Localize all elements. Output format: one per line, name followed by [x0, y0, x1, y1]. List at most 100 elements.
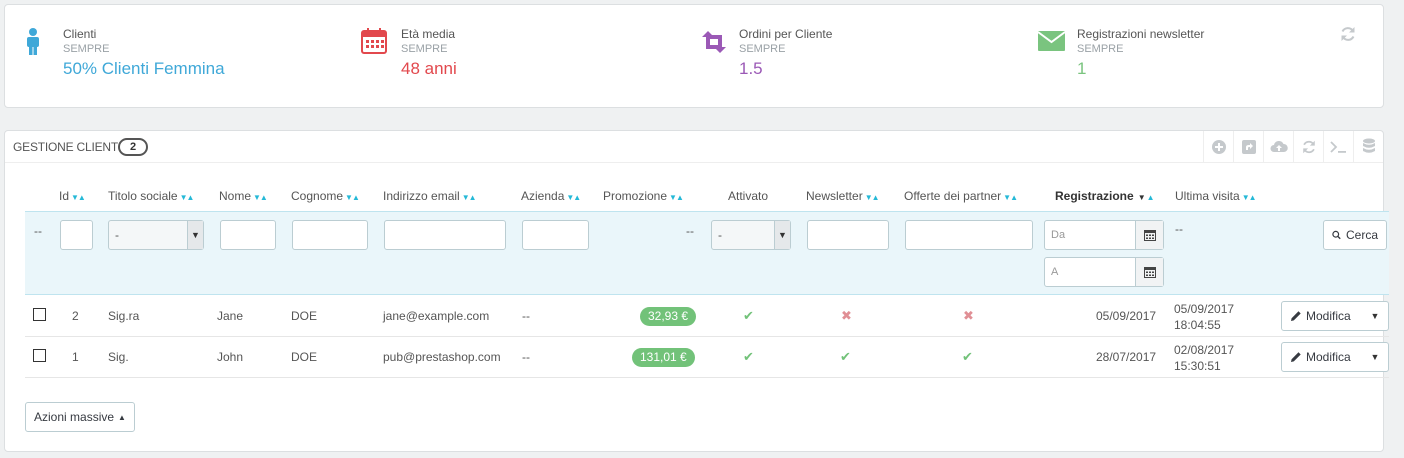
- kpi-title: Ordini per Cliente: [739, 27, 833, 41]
- sort-icon[interactable]: ▼▲: [1242, 193, 1257, 202]
- caret-down-icon[interactable]: ▼: [1362, 352, 1388, 362]
- sort-icon[interactable]: ▼▲: [180, 193, 195, 202]
- select-value: -: [718, 228, 722, 242]
- check-icon[interactable]: ✔: [743, 349, 754, 365]
- kpi-value: 48 anni: [401, 59, 457, 78]
- header-social-title[interactable]: Titolo sociale ▼▲: [108, 189, 195, 203]
- calendar-icon: [361, 28, 387, 54]
- caret-down-icon[interactable]: ▼: [1362, 311, 1388, 321]
- header-label: Indirizzo email: [383, 189, 460, 203]
- last-visit-time: 18:04:55: [1174, 318, 1221, 332]
- cross-icon[interactable]: ✖: [963, 308, 974, 324]
- last-visit-time: 15:30:51: [1174, 359, 1221, 373]
- header-id[interactable]: Id ▼▲: [59, 189, 86, 203]
- kpi-value: 50% Clienti Femmina: [63, 59, 225, 78]
- kpi-panel: Clienti SEMPRE 50% Clienti Femmina Età m…: [4, 4, 1384, 108]
- date-to-placeholder: A: [1051, 266, 1059, 278]
- sort-icon[interactable]: ▼▲: [253, 193, 268, 202]
- customer-count-badge: 2: [118, 138, 148, 156]
- header-label: Promozione: [603, 189, 668, 203]
- header-label: Offerte dei partner: [904, 189, 1002, 203]
- cell-last-visit: 05/09/2017 18:04:55: [1174, 301, 1234, 333]
- chevron-down-icon: ▼: [187, 221, 203, 249]
- header-label: Newsletter: [806, 189, 863, 203]
- sort-icon[interactable]: ▼▲: [1003, 193, 1018, 202]
- cell-company: --: [522, 350, 530, 364]
- sort-icon[interactable]: ▼▲: [669, 193, 684, 202]
- kpi-period: SEMPRE: [1077, 43, 1124, 55]
- calendar-icon[interactable]: [1135, 221, 1163, 249]
- filter-row: -- - ▼ -- - ▼ Da A -- Cerca: [25, 211, 1389, 295]
- header-last-visit[interactable]: Ultima visita ▼▲: [1175, 189, 1257, 203]
- filter-last-name-input[interactable]: [292, 220, 368, 250]
- calendar-icon[interactable]: [1135, 258, 1163, 286]
- bulk-actions-button[interactable]: Azioni massive ▲: [25, 402, 135, 432]
- bulk-actions-label: Azioni massive: [34, 410, 115, 424]
- upload-icon[interactable]: [1263, 131, 1293, 163]
- sort-icon[interactable]: ▼▲: [71, 193, 86, 202]
- terminal-icon[interactable]: [1323, 131, 1353, 163]
- header-partner-offers[interactable]: Offerte dei partner ▼▲: [904, 189, 1018, 203]
- table-row[interactable]: 1 Sig. John DOE pub@prestashop.com -- 13…: [25, 337, 1389, 378]
- check-icon[interactable]: ✔: [962, 349, 973, 365]
- date-from-placeholder: Da: [1051, 229, 1066, 241]
- edit-button[interactable]: Modifica: [1282, 350, 1362, 364]
- promotion-placeholder: --: [686, 224, 694, 238]
- refresh-icon[interactable]: [1339, 25, 1357, 43]
- export-icon[interactable]: [1233, 131, 1263, 163]
- header-company[interactable]: Azienda ▼▲: [521, 189, 581, 203]
- header-first-name[interactable]: Nome ▼▲: [219, 189, 268, 203]
- filter-date-to-input[interactable]: A: [1044, 257, 1164, 287]
- filter-company-input[interactable]: [522, 220, 589, 250]
- cell-last-name: DOE: [291, 309, 318, 323]
- filter-email-input[interactable]: [384, 220, 506, 250]
- cell-first-name: John: [217, 350, 244, 364]
- filter-active-select[interactable]: - ▼: [711, 220, 791, 250]
- bulk-placeholder: --: [34, 224, 42, 238]
- sort-icon[interactable]: ▼▲: [345, 193, 360, 202]
- cell-first-name: Jane: [217, 309, 244, 323]
- sort-icon[interactable]: ▼▲: [462, 193, 477, 202]
- sort-asc-icon[interactable]: ▲: [1147, 193, 1155, 202]
- check-icon[interactable]: ✔: [743, 308, 754, 324]
- filter-id-input[interactable]: [60, 220, 93, 250]
- sort-icon[interactable]: ▼▲: [566, 193, 581, 202]
- cell-social-title: Sig.ra: [108, 309, 140, 323]
- pencil-icon: [1291, 352, 1301, 362]
- header-label: Id: [59, 189, 70, 203]
- add-icon[interactable]: [1203, 131, 1233, 163]
- cell-id: 2: [72, 309, 79, 323]
- refresh-list-icon[interactable]: [1293, 131, 1323, 163]
- kpi-period: SEMPRE: [739, 43, 786, 55]
- cell-email: jane@example.com: [383, 309, 490, 323]
- row-checkbox[interactable]: [33, 349, 46, 362]
- sort-desc-active-icon[interactable]: ▼: [1138, 193, 1146, 202]
- filter-first-name-input[interactable]: [220, 220, 276, 250]
- header-email[interactable]: Indirizzo email ▼▲: [383, 189, 477, 203]
- pencil-icon: [1291, 311, 1301, 321]
- cross-icon[interactable]: ✖: [841, 308, 852, 324]
- filter-partner-offers-input[interactable]: [905, 220, 1033, 250]
- filter-social-title-select[interactable]: - ▼: [108, 220, 204, 250]
- sort-icon[interactable]: ▼▲: [865, 193, 880, 202]
- kpi-period: SEMPRE: [63, 43, 110, 55]
- last-visit-date: 05/09/2017: [1174, 302, 1235, 316]
- edit-button[interactable]: Modifica: [1282, 309, 1362, 323]
- panel-title: GESTIONE CLIENTI: [13, 140, 122, 154]
- row-checkbox[interactable]: [33, 308, 46, 321]
- kpi-period: SEMPRE: [401, 43, 448, 55]
- filter-newsletter-input[interactable]: [807, 220, 889, 250]
- kpi-title: Età media: [401, 27, 456, 41]
- database-icon[interactable]: [1353, 131, 1383, 163]
- header-promotion[interactable]: Promozione ▼▲: [603, 189, 684, 203]
- header-registration[interactable]: Registrazione ▼ ▲: [1055, 189, 1155, 203]
- envelope-icon: [1037, 31, 1066, 51]
- header-last-name[interactable]: Cognome ▼▲: [291, 189, 360, 203]
- header-label: Attivato: [728, 189, 769, 203]
- filter-date-from-input[interactable]: Da: [1044, 220, 1164, 250]
- kpi-title: Clienti: [63, 27, 97, 41]
- search-button[interactable]: Cerca: [1323, 220, 1387, 250]
- header-newsletter[interactable]: Newsletter ▼▲: [806, 189, 880, 203]
- table-row[interactable]: 2 Sig.ra Jane DOE jane@example.com -- 32…: [25, 296, 1389, 337]
- check-icon[interactable]: ✔: [840, 349, 851, 365]
